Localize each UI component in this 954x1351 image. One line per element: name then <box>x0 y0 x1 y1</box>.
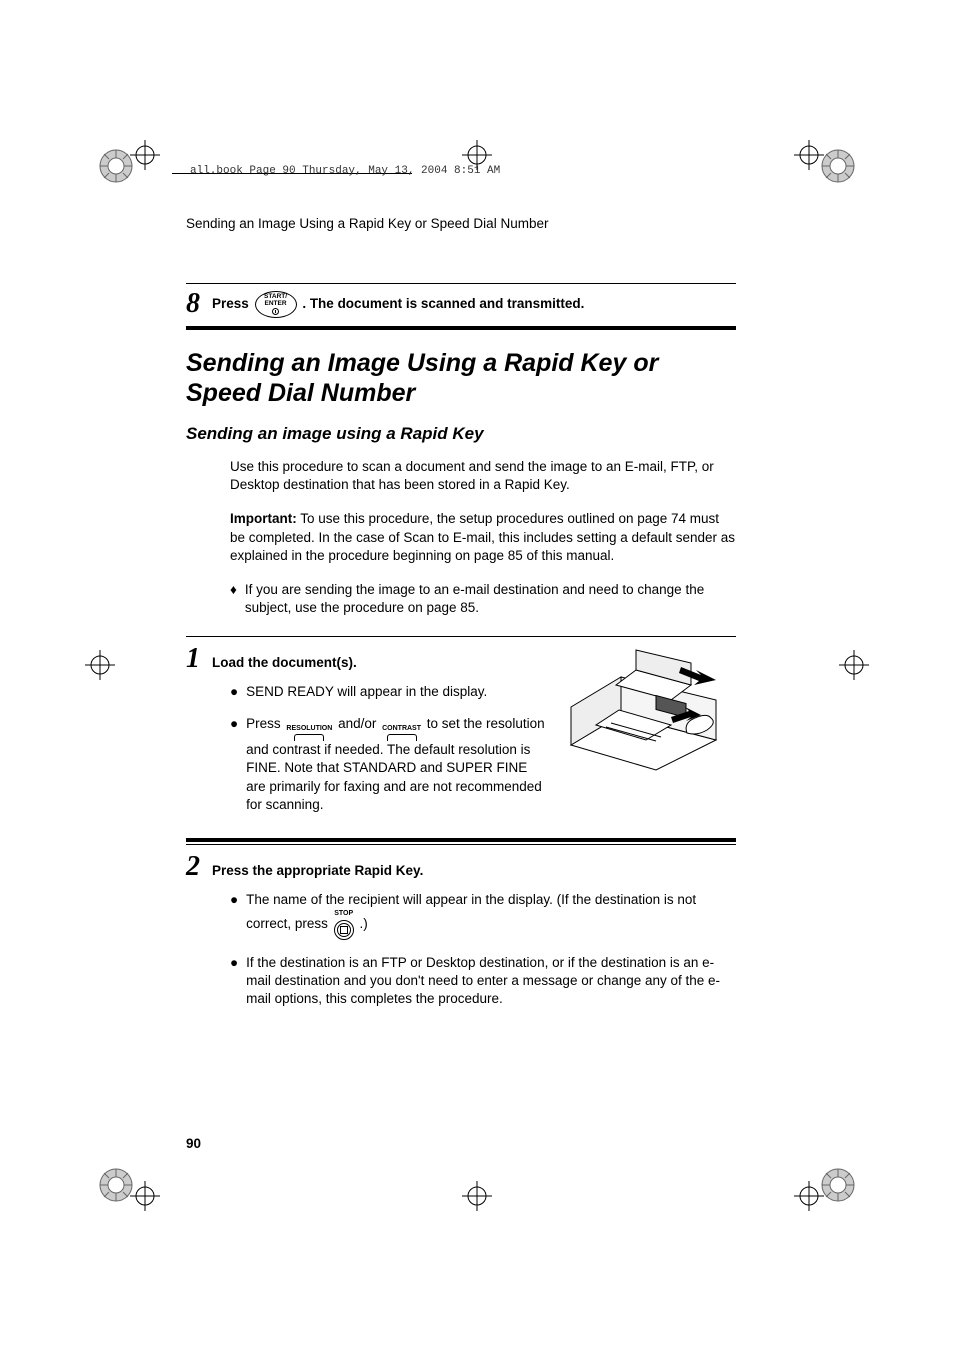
step-8-text-after: . The document is scanned and transmitte… <box>302 296 584 311</box>
step-2-b1-b: .) <box>359 916 367 931</box>
step-2-b1-a: The name of the recipient will appear in… <box>246 892 696 931</box>
printer-illustration <box>546 645 736 829</box>
step-1-block: 1 Load the document(s). ● SEND READY wil… <box>186 636 736 843</box>
step-2-bullet-1: ● The name of the recipient will appear … <box>230 891 736 940</box>
registration-wheel-icon <box>820 148 856 184</box>
step-1-bullet-2: ● Press RESOLUTION and/or CONTRAST to se… <box>230 715 546 814</box>
bullet-icon: ● <box>230 891 238 940</box>
stop-button-icon: STOP <box>334 909 354 939</box>
step-8-number: 8 <box>186 290 212 318</box>
step-1-b2-b: and/or <box>338 716 380 731</box>
step-2-number: 2 <box>186 853 212 881</box>
crop-mark-icon <box>462 1181 492 1211</box>
step-2-heading: Press the appropriate Rapid Key. <box>212 863 736 878</box>
step-8-text: Press START/ ENTER . The document is sca… <box>212 291 736 318</box>
crop-mark-icon <box>130 1181 160 1211</box>
diamond-note: ♦ If you are sending the image to an e-m… <box>230 581 736 617</box>
diamond-bullet-icon: ♦ <box>230 581 237 617</box>
step-2-bullet-2: ● If the destination is an FTP or Deskto… <box>230 954 736 1009</box>
subsection-title: Sending an image using a Rapid Key <box>186 424 736 444</box>
resolution-key-icon: RESOLUTION <box>286 724 332 741</box>
important-text: To use this procedure, the setup procedu… <box>230 511 735 562</box>
intro-paragraph: Use this procedure to scan a document an… <box>230 458 736 494</box>
step-1-bullet-1: ● SEND READY will appear in the display. <box>230 683 546 701</box>
step-8-text-before: Press <box>212 296 253 311</box>
important-paragraph: Important: To use this procedure, the se… <box>230 510 736 565</box>
step-1-b2-a: Press <box>246 716 284 731</box>
running-header: Sending an Image Using a Rapid Key or Sp… <box>186 216 736 231</box>
step-2-bullet-1-text: The name of the recipient will appear in… <box>246 891 736 940</box>
contrast-key-label: CONTRAST <box>382 724 421 733</box>
crop-mark-icon <box>839 650 869 680</box>
registration-wheel-icon <box>820 1167 856 1203</box>
crop-mark-icon <box>130 140 160 170</box>
bullet-icon: ● <box>230 954 238 1009</box>
bullet-icon: ● <box>230 683 238 701</box>
registration-wheel-icon <box>98 1167 134 1203</box>
bullet-icon: ● <box>230 715 238 814</box>
registration-wheel-icon <box>98 148 134 184</box>
stop-label: STOP <box>334 909 353 918</box>
start-enter-line2: ENTER <box>265 301 287 308</box>
step-1-number: 1 <box>186 645 212 673</box>
resolution-key-label: RESOLUTION <box>286 724 332 733</box>
step-1-bullet-1-text: SEND READY will appear in the display. <box>246 683 487 701</box>
crop-mark-icon <box>85 650 115 680</box>
section-title: Sending an Image Using a Rapid Key or Sp… <box>186 348 736 408</box>
start-enter-button-icon: START/ ENTER <box>255 291 297 318</box>
important-label: Important: <box>230 511 297 526</box>
page-number: 90 <box>186 1136 201 1151</box>
crop-mark-icon <box>794 140 824 170</box>
step-8-row: 8 Press START/ ENTER . The document is s… <box>186 283 736 330</box>
diamond-note-text: If you are sending the image to an e-mai… <box>245 581 736 617</box>
contrast-key-icon: CONTRAST <box>382 724 421 741</box>
step-2-block: 2 Press the appropriate Rapid Key. ● The… <box>186 844 736 1008</box>
step-1-heading: Load the document(s). <box>212 655 546 670</box>
print-header-text: all.book Page 90 Thursday, May 13, 2004 … <box>190 165 500 177</box>
crop-mark-icon <box>794 1181 824 1211</box>
step-2-bullet-2-text: If the destination is an FTP or Desktop … <box>246 954 736 1009</box>
step-1-bullet-2-text: Press RESOLUTION and/or CONTRAST to set … <box>246 715 546 814</box>
